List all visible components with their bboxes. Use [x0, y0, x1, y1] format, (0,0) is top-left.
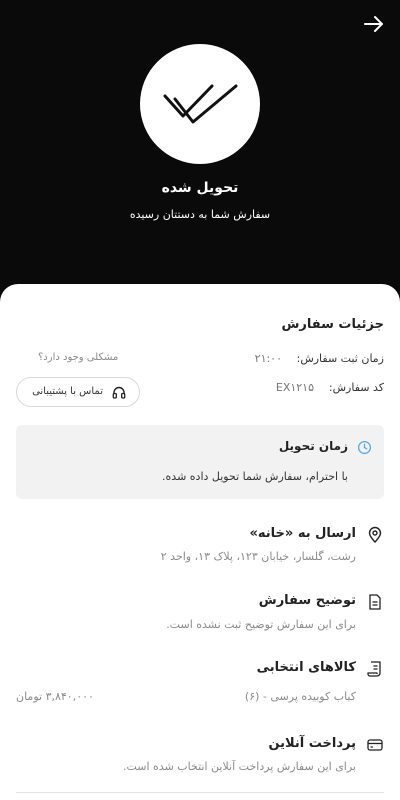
shipping-title: ارسال به «خانه»	[249, 526, 356, 541]
credit-card-icon	[367, 739, 383, 751]
order-time-label: زمان ثبت سفارش:	[296, 352, 384, 365]
payment-title: پرداخت آنلاین	[268, 736, 356, 751]
clock-icon	[357, 440, 372, 455]
status-subtitle: سفارش شما به دستتان رسیده	[129, 208, 271, 221]
support-label: تماس با پشتیبانی	[32, 386, 103, 397]
note-text: برای این سفارش توضیح ثبت نشده است.	[166, 618, 356, 631]
receipt-icon	[367, 661, 381, 677]
status-circle	[140, 44, 260, 164]
bottom-divider	[16, 792, 384, 793]
double-check-icon	[163, 84, 238, 124]
delivery-message: با احترام، سفارش شما تحویل داده شده.	[162, 470, 348, 483]
status-header: تحویل شده سفارش شما به دستتان رسیده	[0, 0, 400, 320]
back-button[interactable]	[362, 12, 386, 36]
contact-support-button[interactable]: تماس با پشتیبانی	[16, 377, 140, 407]
arrow-right-icon	[364, 16, 383, 32]
items-title: کالاهای انتخابی	[256, 660, 356, 675]
section-title: جزئیات سفارش	[281, 317, 384, 332]
item-name: کباب کوبیده پرسی - (۶)	[244, 690, 356, 703]
payment-text: برای این سفارش پرداخت آنلاین انتخاب شده …	[122, 760, 356, 773]
problem-text: مشکلی وجود دارد؟	[38, 352, 119, 363]
delivery-title: زمان تحویل	[278, 439, 348, 453]
item-price: ۳,۸۴۰,۰۰۰ تومان	[16, 690, 94, 703]
shipping-address: رشت، گلسار، خیابان ۱۲۳، پلاک ۱۳، واحد ۲	[160, 550, 356, 563]
order-time-value: ۲۱:۰۰	[254, 352, 282, 365]
order-code-value: EX۱۲۱۵	[275, 381, 314, 394]
note-title: توضیح سفارش	[258, 593, 356, 608]
order-code-label: کد سفارش:	[328, 381, 384, 394]
order-details-sheet: جزئیات سفارش زمان ثبت سفارش: ۲۱:۰۰ مشکلی…	[0, 284, 400, 800]
delivery-time-box: زمان تحویل با احترام، سفارش شما تحویل دا…	[16, 425, 384, 499]
location-pin-icon	[368, 526, 382, 543]
document-icon	[369, 594, 381, 610]
status-title: تحویل شده	[161, 180, 239, 196]
headset-icon	[112, 386, 126, 399]
